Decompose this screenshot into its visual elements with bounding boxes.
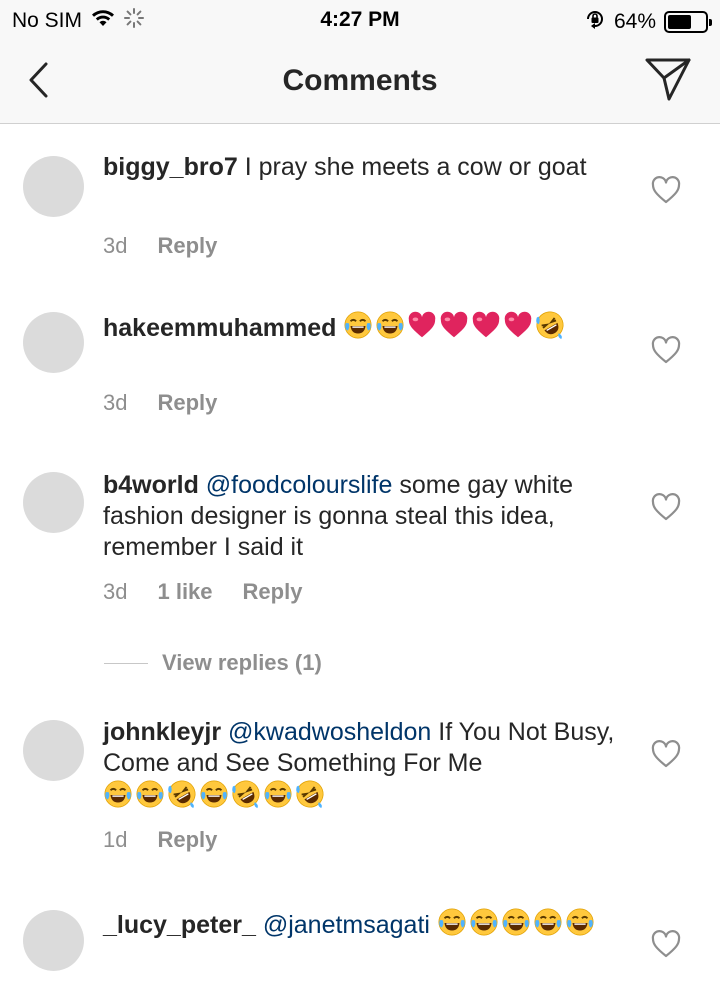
comment-time: 1d bbox=[103, 827, 128, 852]
red-heart-emoji-icon bbox=[503, 310, 533, 348]
comment-text: _lucy_peter_ @janetmsagati bbox=[103, 907, 623, 945]
tears-of-joy-emoji-icon bbox=[199, 779, 229, 817]
red-heart-emoji-icon bbox=[471, 310, 501, 348]
status-right: 64% bbox=[584, 8, 712, 36]
comment-mention[interactable]: @janetmsagati bbox=[263, 911, 430, 939]
comment-emojis bbox=[343, 311, 567, 342]
loading-spinner-icon bbox=[124, 8, 145, 34]
tears-of-joy-emoji-icon bbox=[103, 779, 133, 817]
paper-plane-icon bbox=[645, 58, 691, 101]
rolling-laughing-emoji-icon bbox=[167, 779, 197, 817]
reply-button[interactable]: Reply bbox=[243, 579, 303, 605]
battery-percent: 64% bbox=[613, 10, 656, 33]
avatar[interactable] bbox=[23, 472, 84, 533]
comment-mention[interactable]: @kwadwosheldon bbox=[228, 718, 431, 746]
chevron-left-icon bbox=[29, 62, 48, 98]
battery-nub bbox=[709, 19, 712, 26]
heart-outline-icon[interactable] bbox=[650, 929, 682, 959]
tears-of-joy-emoji-icon bbox=[533, 907, 563, 945]
tears-of-joy-emoji-icon bbox=[343, 310, 373, 348]
comment-text: b4world @foodcolourslife some gay white … bbox=[103, 470, 623, 563]
comment-username[interactable]: b4world bbox=[103, 471, 199, 499]
battery-icon bbox=[664, 11, 712, 33]
comment-username[interactable]: biggy_bro7 bbox=[103, 153, 238, 181]
comment-meta: 3d Reply bbox=[103, 233, 217, 259]
comment-meta: 1d Reply bbox=[103, 827, 217, 853]
tears-of-joy-emoji-icon bbox=[375, 310, 405, 348]
heart-outline-icon[interactable] bbox=[650, 335, 682, 365]
avatar[interactable] bbox=[23, 156, 84, 217]
battery-level bbox=[668, 15, 691, 29]
view-replies-button[interactable]: View replies (1) bbox=[104, 650, 322, 676]
wifi-icon bbox=[90, 8, 116, 34]
tears-of-joy-emoji-icon bbox=[565, 907, 595, 945]
heart-outline-icon[interactable] bbox=[650, 492, 682, 522]
orientation-lock-icon bbox=[584, 8, 606, 36]
comment-username[interactable]: _lucy_peter_ bbox=[103, 911, 256, 939]
comment-text: hakeemmuhammed bbox=[103, 310, 623, 348]
rolling-laughing-emoji-icon bbox=[295, 779, 325, 817]
comments-header: Comments bbox=[0, 40, 720, 124]
red-heart-emoji-icon bbox=[439, 310, 469, 348]
comment-meta: 3d Reply bbox=[103, 390, 217, 416]
comment-time: 3d bbox=[103, 390, 128, 415]
comment-message: I pray she meets a cow or goat bbox=[244, 153, 587, 181]
view-replies-label: View replies (1) bbox=[162, 650, 322, 675]
page-title: Comments bbox=[282, 64, 438, 97]
red-heart-emoji-icon bbox=[407, 310, 437, 348]
reply-button[interactable]: Reply bbox=[157, 233, 217, 259]
comment-time: 3d bbox=[103, 579, 128, 604]
replies-divider bbox=[104, 662, 148, 664]
comment-emojis bbox=[437, 908, 597, 939]
avatar[interactable] bbox=[23, 312, 84, 373]
reply-button[interactable]: Reply bbox=[157, 390, 217, 416]
avatar[interactable] bbox=[23, 720, 84, 781]
comment-time: 3d bbox=[103, 233, 128, 258]
tears-of-joy-emoji-icon bbox=[501, 907, 531, 945]
tears-of-joy-emoji-icon bbox=[135, 779, 165, 817]
reply-button[interactable]: Reply bbox=[157, 827, 217, 853]
avatar[interactable] bbox=[23, 910, 84, 971]
tears-of-joy-emoji-icon bbox=[437, 907, 467, 945]
back-button[interactable] bbox=[18, 58, 58, 102]
comment-emojis bbox=[103, 780, 327, 811]
tears-of-joy-emoji-icon bbox=[469, 907, 499, 945]
heart-outline-icon[interactable] bbox=[650, 175, 682, 205]
heart-outline-icon[interactable] bbox=[650, 739, 682, 769]
comment-username[interactable]: hakeemmuhammed bbox=[103, 314, 336, 342]
status-bar: No SIM 4:27 PM 64% bbox=[0, 0, 720, 40]
status-left: No SIM bbox=[12, 8, 145, 34]
rolling-laughing-emoji-icon bbox=[535, 310, 565, 348]
comment-text: johnkleyjr @kwadwosheldon If You Not Bus… bbox=[103, 717, 623, 817]
carrier-label: No SIM bbox=[12, 9, 83, 32]
tears-of-joy-emoji-icon bbox=[263, 779, 293, 817]
comment-username[interactable]: johnkleyjr bbox=[103, 718, 221, 746]
send-button[interactable] bbox=[642, 54, 694, 104]
comment-mention[interactable]: @foodcolourslife bbox=[206, 471, 393, 499]
rolling-laughing-emoji-icon bbox=[231, 779, 261, 817]
comment-meta: 3d 1 like Reply bbox=[103, 579, 302, 605]
like-count[interactable]: 1 like bbox=[157, 579, 212, 605]
comment-text: biggy_bro7 I pray she meets a cow or goa… bbox=[103, 152, 623, 183]
